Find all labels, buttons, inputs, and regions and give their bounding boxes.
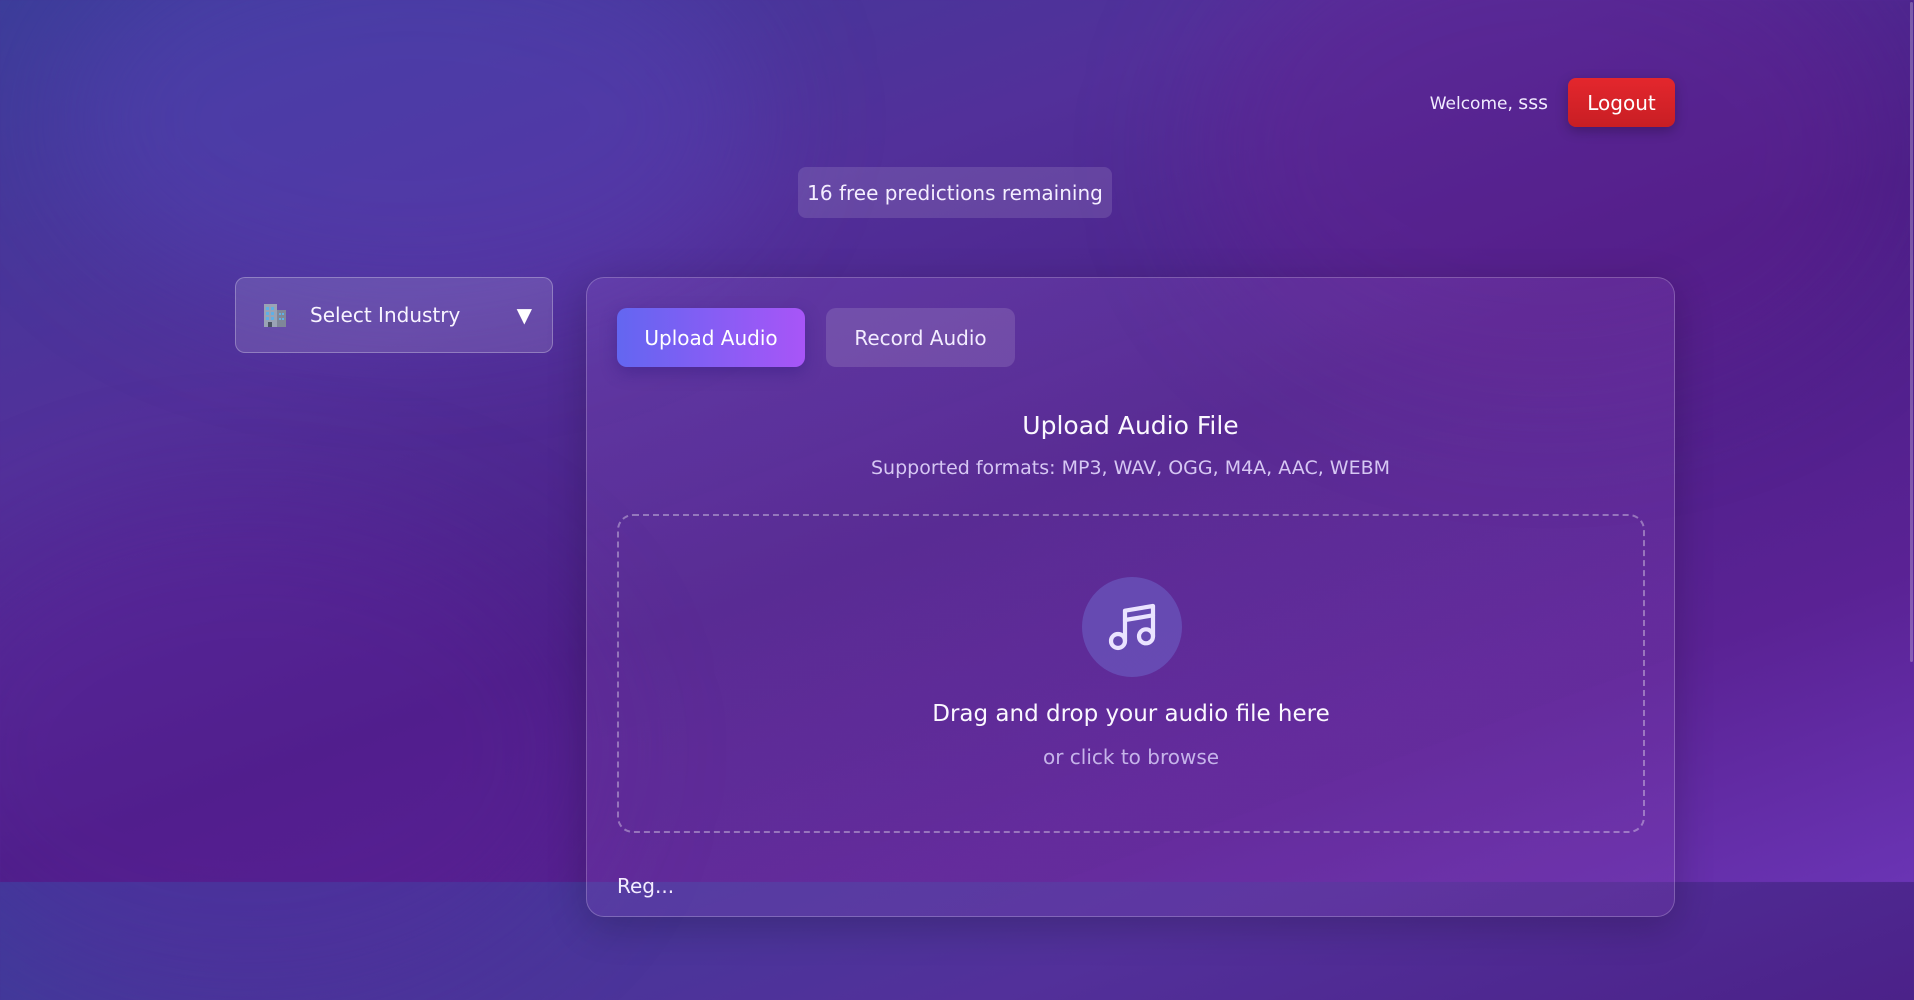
chevron-down-icon: ▼: [516, 303, 532, 327]
office-building-icon: [260, 300, 290, 330]
username: sss: [1518, 91, 1548, 114]
supported-formats-text: Supported formats: MP3, WAV, OGG, M4A, A…: [870, 457, 1391, 479]
tab-upload-audio[interactable]: Upload Audio: [617, 308, 805, 367]
dropzone-browse-hint: or click to browse: [1042, 745, 1220, 769]
upload-panel: Upload Audio Record Audio Upload Audio F…: [586, 277, 1675, 917]
industry-select-label: Select Industry: [310, 303, 461, 327]
predictions-remaining-badge: 16 free predictions remaining: [798, 167, 1112, 218]
welcome-text: Welcome, sss: [1430, 92, 1548, 114]
scrollbar-thumb[interactable]: [1910, 2, 1913, 662]
upload-section-title: Upload Audio File: [1022, 411, 1239, 440]
tab-record-audio[interactable]: Record Audio: [826, 308, 1015, 367]
music-note-icon: [1082, 577, 1182, 677]
welcome-prefix: Welcome,: [1429, 93, 1513, 114]
logout-button[interactable]: Logout: [1568, 78, 1675, 127]
dropzone-title: Drag and drop your audio file here: [932, 701, 1330, 727]
industry-select[interactable]: Select Industry ▼: [235, 277, 553, 353]
audio-dropzone[interactable]: Drag and drop your audio file here or cl…: [617, 514, 1645, 833]
audio-mode-tabs: Upload Audio Record Audio: [617, 308, 1015, 367]
next-section-label: Reg...: [617, 874, 675, 898]
page-scrollbar[interactable]: [1908, 0, 1914, 882]
user-header: Welcome, sss Logout: [1430, 78, 1675, 127]
